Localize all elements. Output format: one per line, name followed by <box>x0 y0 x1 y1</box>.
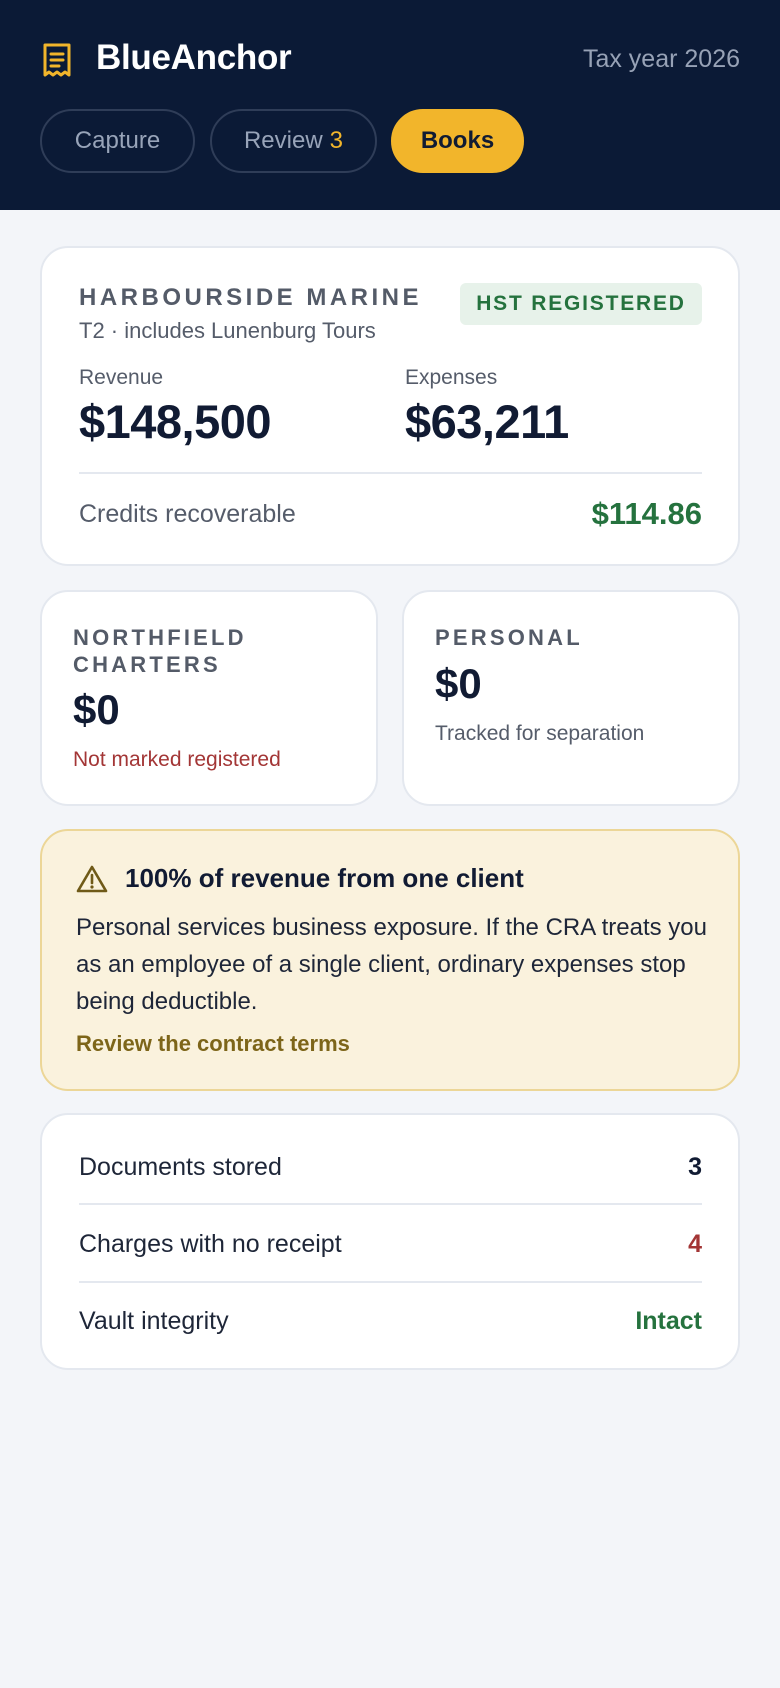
review-contract-link[interactable]: Review the contract terms <box>76 1031 350 1057</box>
business-card-personal[interactable]: PERSONAL $0 Tracked for separation <box>402 590 740 806</box>
row-value: Intact <box>635 1307 702 1335</box>
expenses-value: $63,211 <box>405 395 569 448</box>
alert-body: Personal services business exposure. If … <box>76 914 707 1015</box>
business-name: PERSONAL <box>435 625 583 650</box>
business-total: $0 <box>435 660 482 707</box>
receipt-icon <box>43 43 71 77</box>
summary-row-documents[interactable]: Documents stored 3 <box>79 1115 702 1205</box>
alert-title: 100% of revenue from one client <box>125 863 524 893</box>
summary-row-missing-receipts[interactable]: Charges with no receipt 4 <box>79 1206 702 1283</box>
row-value: 3 <box>688 1152 702 1181</box>
row-label: Charges with no receipt <box>79 1230 342 1258</box>
summary-row-vault-integrity[interactable]: Vault integrity Intact <box>79 1283 702 1360</box>
tab-books[interactable]: Books <box>391 109 524 173</box>
warning-triangle-icon <box>76 865 108 893</box>
business-total: $0 <box>73 686 120 733</box>
divider <box>79 1203 702 1205</box>
client-concentration-alert: 100% of revenue from one client Personal… <box>40 829 740 1091</box>
expenses-label: Expenses <box>405 366 498 389</box>
row-label: Vault integrity <box>79 1307 229 1335</box>
divider <box>79 472 702 474</box>
tab-label: Books <box>420 127 495 154</box>
registration-note: Not marked registered <box>73 748 281 771</box>
row-label: Documents stored <box>79 1152 282 1181</box>
tax-year-label: Tax year 2026 <box>582 45 740 73</box>
credits-value: $114.86 <box>591 496 702 531</box>
vault-summary-card: Documents stored 3 Charges with no recei… <box>40 1113 740 1370</box>
review-count-badge: 3 <box>329 127 344 154</box>
app-name: BlueAnchor <box>96 38 292 77</box>
tab-label: Review <box>243 127 323 154</box>
business-card-northfield[interactable]: NORTHFIELD CHARTERS $0 Not marked regist… <box>40 590 378 806</box>
main-business-card[interactable]: HARBOURSIDE MARINE T2 · includes Lunenbu… <box>40 246 740 566</box>
tab-label: Capture <box>74 127 161 154</box>
revenue-label: Revenue <box>79 366 164 389</box>
business-name: NORTHFIELD CHARTERS <box>73 625 247 677</box>
hst-status-badge: HST REGISTERED <box>460 283 702 325</box>
tab-review[interactable]: Review 3 <box>210 109 377 173</box>
credits-label: Credits recoverable <box>79 500 296 528</box>
revenue-value: $148,500 <box>79 395 272 448</box>
business-subtitle: T2 · includes Lunenburg Tours <box>79 318 376 343</box>
app-header: BlueAnchor Tax year 2026 Capture Review … <box>0 0 780 210</box>
row-value: 4 <box>688 1230 702 1258</box>
tracking-note: Tracked for separation <box>435 722 645 745</box>
business-name: HARBOURSIDE MARINE <box>79 284 423 311</box>
tab-capture[interactable]: Capture <box>40 109 195 173</box>
